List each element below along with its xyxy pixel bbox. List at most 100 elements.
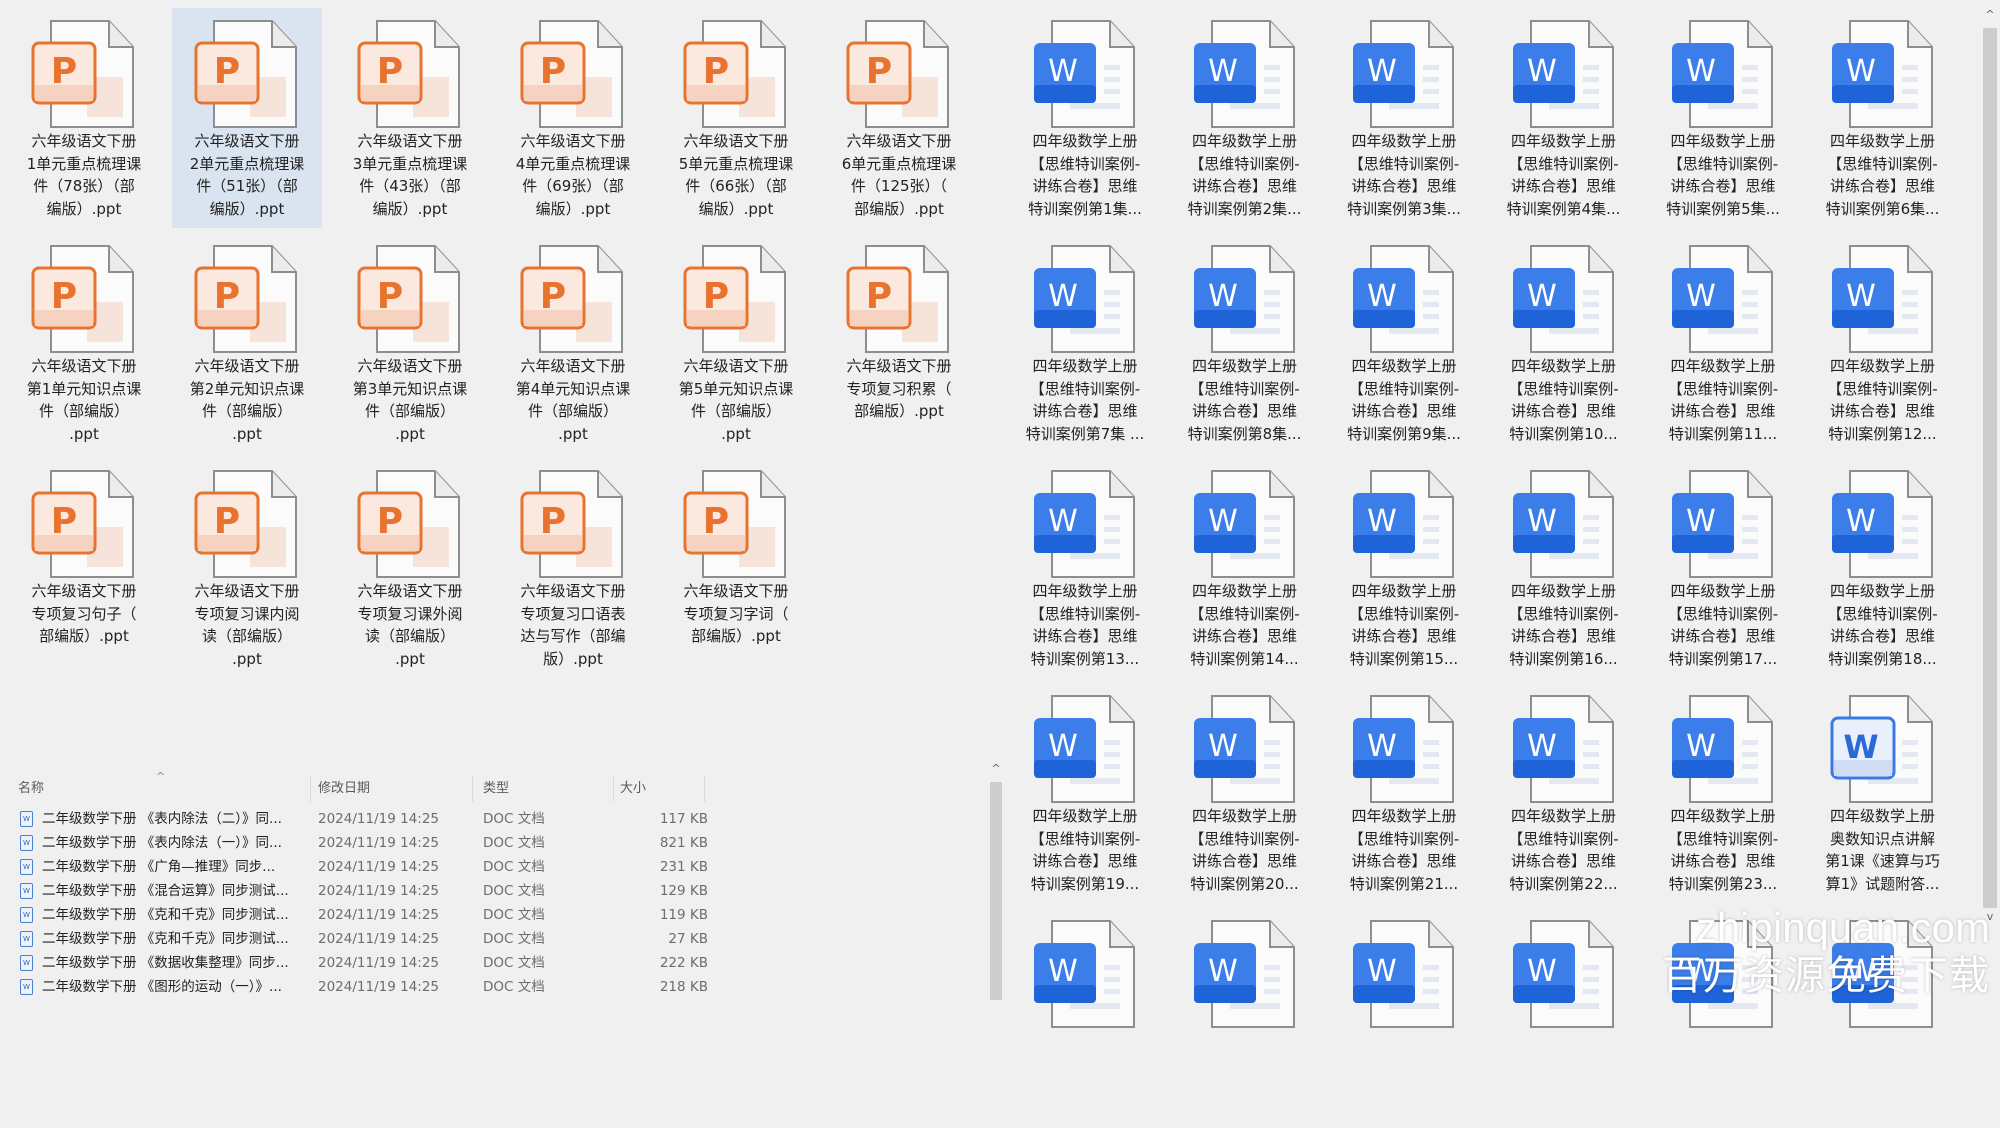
word-file-icon: W xyxy=(1808,244,1958,356)
powerpoint-file-icon: P xyxy=(172,19,322,131)
doc-file-item[interactable]: W 四年级数学上册 【思维特训案例- 讲练合卷】思维 特训案例第12... xyxy=(1808,233,1958,453)
column-header-type[interactable]: 类型 xyxy=(483,776,614,802)
list-scrollbar-thumb[interactable] xyxy=(990,782,1002,1000)
ppt-file-item[interactable]: P 六年级语文下册 专项复习字词（ 部编版）.ppt xyxy=(661,458,811,678)
doc-file-item[interactable]: W 四年级数学上册 【思维特训案例- 讲练合卷】思维 特训案例第1集... xyxy=(1010,8,1160,228)
doc-file-item[interactable]: W 四年级数学上册 【思维特训案例- 讲练合卷】思维 特训案例第9集... xyxy=(1329,233,1479,453)
ppt-file-item[interactable]: P 六年级语文下册 1单元重点梳理课 件（78张）（部 编版）.ppt xyxy=(9,8,159,228)
ppt-file-item[interactable]: P 六年级语文下册 6单元重点梳理课 件（125张）（ 部编版）.ppt xyxy=(824,8,974,228)
list-row[interactable]: W 二年级数学下册 《表内除法（二）》同... 2024/11/19 14:25… xyxy=(18,807,708,831)
list-row[interactable]: W 二年级数学下册 《表内除法（一）》同... 2024/11/19 14:25… xyxy=(18,831,708,855)
svg-text:P: P xyxy=(703,501,729,542)
doc-file-item[interactable]: W xyxy=(1170,908,1320,1128)
doc-file-item[interactable]: W 四年级数学上册 【思维特训案例- 讲练合卷】思维 特训案例第10... xyxy=(1489,233,1639,453)
file-name-label: 四年级数学上册 【思维特训案例- 讲练合卷】思维 特训案例第2集... xyxy=(1170,130,1320,220)
list-row[interactable]: W 二年级数学下册 《数据收集整理》同步... 2024/11/19 14:25… xyxy=(18,951,708,975)
file-name-line: 六年级语文下册 xyxy=(194,357,300,375)
ppt-file-item[interactable]: P 六年级语文下册 专项复习积累（ 部编版）.ppt xyxy=(824,233,974,453)
ppt-file-item[interactable]: P 六年级语文下册 5单元重点梳理课 件（66张）（部 编版）.ppt xyxy=(661,8,811,228)
doc-file-item[interactable]: W 四年级数学上册 【思维特训案例- 讲练合卷】思维 特训案例第3集... xyxy=(1329,8,1479,228)
word-file-icon: W xyxy=(1329,19,1479,131)
ppt-file-item[interactable]: P 六年级语文下册 第1单元知识点课 件（部编版） .ppt xyxy=(9,233,159,453)
scroll-down-arrow-icon[interactable]: v xyxy=(1980,910,2000,923)
doc-file-item[interactable]: W 四年级数学上册 【思维特训案例- 讲练合卷】思维 特训案例第6集... xyxy=(1808,8,1958,228)
list-row[interactable]: W 二年级数学下册 《图形的运动（一）》... 2024/11/19 14:25… xyxy=(18,975,708,999)
list-row[interactable]: W 二年级数学下册 《混合运算》同步测试... 2024/11/19 14:25… xyxy=(18,879,708,903)
doc-file-item[interactable]: W 四年级数学上册 【思维特训案例- 讲练合卷】思维 特训案例第16... xyxy=(1489,458,1639,678)
ppt-file-item[interactable]: P 六年级语文下册 第2单元知识点课 件（部编版） .ppt xyxy=(172,233,322,453)
doc-file-item[interactable]: W 四年级数学上册 【思维特训案例- 讲练合卷】思维 特训案例第2集... xyxy=(1170,8,1320,228)
scroll-up-arrow-icon[interactable]: ^ xyxy=(1980,8,2000,21)
doc-file-item[interactable]: W 四年级数学上册 【思维特训案例- 讲练合卷】思维 特训案例第22... xyxy=(1489,683,1639,903)
powerpoint-file-icon: P xyxy=(335,19,485,131)
word-file-icon: W xyxy=(1489,19,1639,131)
file-name-line: 六年级语文下册 xyxy=(357,132,463,150)
file-type: DOC 文档 xyxy=(483,835,545,851)
doc-file-item[interactable]: W xyxy=(1489,908,1639,1128)
word-file-icon: W xyxy=(1648,244,1798,356)
main-scrollbar-thumb[interactable] xyxy=(1983,28,1997,908)
ppt-file-item[interactable]: P 六年级语文下册 专项复习口语表 达与写作（部编 版）.ppt xyxy=(498,458,648,678)
doc-file-item[interactable]: W 四年级数学上册 【思维特训案例- 讲练合卷】思维 特训案例第5集... xyxy=(1648,8,1798,228)
doc-file-item[interactable]: W xyxy=(1648,908,1798,1128)
file-name-line: 四年级数学上册 xyxy=(1191,357,1297,375)
list-row[interactable]: W 二年级数学下册 《广角—推理》同步... 2024/11/19 14:25 … xyxy=(18,855,708,879)
column-header-size[interactable]: 大小 xyxy=(620,776,705,802)
word-file-icon: W xyxy=(1170,244,1320,356)
svg-text:P: P xyxy=(214,501,240,542)
file-name-label: 四年级数学上册 【思维特训案例- 讲练合卷】思维 特训案例第10... xyxy=(1489,355,1639,445)
modified-date: 2024/11/19 14:25 xyxy=(318,907,440,923)
file-name-line: 件（125张）（ xyxy=(850,177,948,195)
file-name-line: 四年级数学上册 xyxy=(1829,807,1935,825)
file-name-line: 六年级语文下册 xyxy=(520,357,626,375)
powerpoint-file-icon: P xyxy=(661,19,811,131)
doc-file-item[interactable]: W 四年级数学上册 【思维特训案例- 讲练合卷】思维 特训案例第14... xyxy=(1170,458,1320,678)
ppt-file-item[interactable]: P 六年级语文下册 第5单元知识点课 件（部编版） .ppt xyxy=(661,233,811,453)
ppt-file-item[interactable]: P 六年级语文下册 4单元重点梳理课 件（69张）（部 编版）.ppt xyxy=(498,8,648,228)
file-name-line: 特训案例第20... xyxy=(1190,874,1299,893)
file-name-line: 六年级语文下册 xyxy=(683,582,789,600)
file-name-line: 专项复习口语表 xyxy=(520,604,626,623)
powerpoint-file-icon: P xyxy=(498,244,648,356)
list-scrollbar[interactable]: ^ xyxy=(988,760,1004,1000)
doc-file-item[interactable]: W xyxy=(1010,908,1160,1128)
list-row[interactable]: W 二年级数学下册 《克和千克》同步测试... 2024/11/19 14:25… xyxy=(18,927,708,951)
ppt-file-item[interactable]: P 六年级语文下册 第3单元知识点课 件（部编版） .ppt xyxy=(335,233,485,453)
ppt-file-item[interactable]: P 六年级语文下册 3单元重点梳理课 件（43张）（部 编版）.ppt xyxy=(335,8,485,228)
file-name-line: 讲练合卷】思维 xyxy=(1510,627,1616,645)
file-name-line: 讲练合卷】思维 xyxy=(1829,627,1935,645)
doc-file-item[interactable]: W 四年级数学上册 【思维特训案例- 讲练合卷】思维 特训案例第17... xyxy=(1648,458,1798,678)
doc-file-item[interactable]: W 四年级数学上册 【思维特训案例- 讲练合卷】思维 特训案例第11... xyxy=(1648,233,1798,453)
doc-file-item[interactable]: W 四年级数学上册 【思维特训案例- 讲练合卷】思维 特训案例第4集... xyxy=(1489,8,1639,228)
doc-file-item[interactable]: W 四年级数学上册 【思维特训案例- 讲练合卷】思维 特训案例第15... xyxy=(1329,458,1479,678)
ppt-file-item[interactable]: P 六年级语文下册 专项复习课内阅 读（部编版） .ppt xyxy=(172,458,322,678)
column-header-name[interactable]: 名称 ^ xyxy=(18,770,311,802)
doc-file-item[interactable]: W 四年级数学上册 【思维特训案例- 讲练合卷】思维 特训案例第21... xyxy=(1329,683,1479,903)
file-name-line: 讲练合卷】思维 xyxy=(1191,852,1297,870)
file-size: 129 KB xyxy=(659,883,708,899)
doc-file-item[interactable]: W 四年级数学上册 【思维特训案例- 讲练合卷】思维 特训案例第19... xyxy=(1010,683,1160,903)
doc-file-item[interactable]: W 四年级数学上册 【思维特训案例- 讲练合卷】思维 特训案例第8集... xyxy=(1170,233,1320,453)
ppt-file-item[interactable]: P 六年级语文下册 专项复习句子（ 部编版）.ppt xyxy=(9,458,159,678)
doc-file-item[interactable]: W 四年级数学上册 奥数知识点讲解 第1课《速算与巧 算1》试题附答... xyxy=(1808,683,1958,903)
ppt-file-item[interactable]: P 六年级语文下册 2单元重点梳理课 件（51张）（部 编版）.ppt xyxy=(172,8,322,228)
file-name-label: 四年级数学上册 【思维特训案例- 讲练合卷】思维 特训案例第17... xyxy=(1648,580,1798,670)
list-row[interactable]: W 二年级数学下册 《克和千克》同步测试... 2024/11/19 14:25… xyxy=(18,903,708,927)
svg-text:W: W xyxy=(1048,954,1078,989)
ppt-file-item[interactable]: P 六年级语文下册 专项复习课外阅 读（部编版） .ppt xyxy=(335,458,485,678)
file-name-line: 特训案例第6集... xyxy=(1825,199,1940,218)
column-header-date[interactable]: 修改日期 xyxy=(318,776,473,802)
scroll-up-arrow-icon[interactable]: ^ xyxy=(988,762,1004,775)
doc-file-item[interactable]: W 四年级数学上册 【思维特训案例- 讲练合卷】思维 特训案例第18... xyxy=(1808,458,1958,678)
doc-file-item[interactable]: W 四年级数学上册 【思维特训案例- 讲练合卷】思维 特训案例第13... xyxy=(1010,458,1160,678)
svg-text:W: W xyxy=(1686,954,1716,989)
file-name-label: 四年级数学上册 【思维特训案例- 讲练合卷】思维 特训案例第15... xyxy=(1329,580,1479,670)
doc-file-item[interactable]: W 四年级数学上册 【思维特训案例- 讲练合卷】思维 特训案例第20... xyxy=(1170,683,1320,903)
doc-file-item[interactable]: W xyxy=(1808,908,1958,1128)
doc-file-item[interactable]: W 四年级数学上册 【思维特训案例- 讲练合卷】思维 特训案例第23... xyxy=(1648,683,1798,903)
main-scrollbar[interactable]: ^ v xyxy=(1980,0,2000,1000)
doc-file-item[interactable]: W 四年级数学上册 【思维特训案例- 讲练合卷】思维 特训案例第7集 ... xyxy=(1010,233,1160,453)
svg-text:P: P xyxy=(214,51,240,92)
doc-file-item[interactable]: W xyxy=(1329,908,1479,1128)
ppt-file-item[interactable]: P 六年级语文下册 第4单元知识点课 件（部编版） .ppt xyxy=(498,233,648,453)
